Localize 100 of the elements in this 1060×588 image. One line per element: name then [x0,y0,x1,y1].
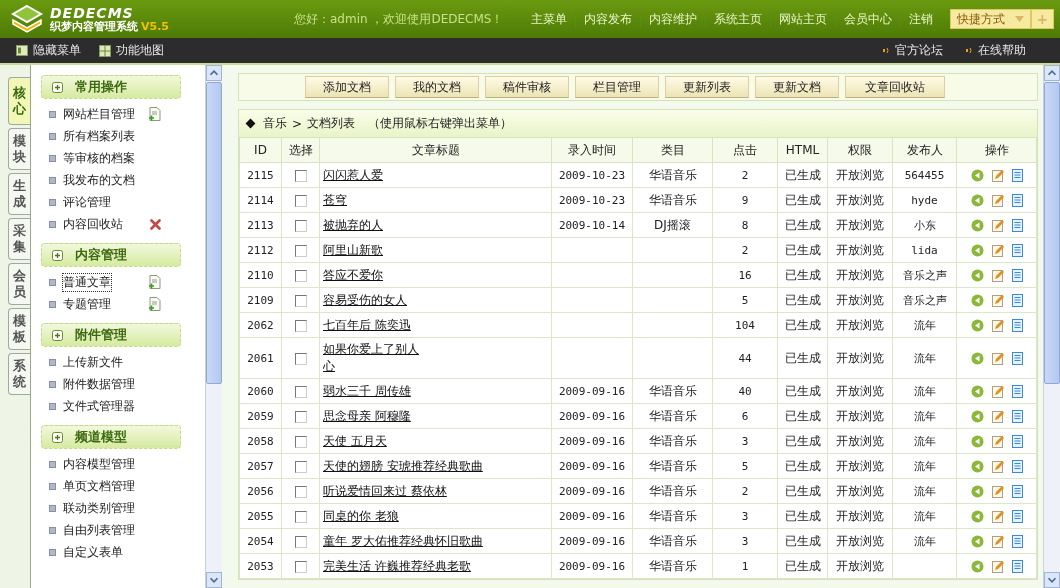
row-checkbox[interactable] [294,560,307,573]
row-checkbox[interactable] [294,294,307,307]
title-link[interactable]: 如果你爱上了别人 [323,342,419,356]
preview-icon[interactable] [970,294,984,307]
preview-icon[interactable] [970,460,984,473]
edit-icon[interactable] [991,560,1004,573]
menu-item[interactable]: 我发布的文档 [63,171,135,189]
toolbar-link[interactable]: 功能地图 [99,42,164,59]
shortcut-dropdown[interactable]: 快捷方式 [949,9,1031,29]
document-icon[interactable] [1011,194,1023,207]
menu-item[interactable]: 文件式管理器 [63,397,135,415]
document-icon[interactable] [1011,269,1023,282]
add-document-icon[interactable] [149,107,161,121]
breadcrumb-link[interactable]: 音乐 [263,115,287,132]
action-button[interactable]: 稿件审核 [485,76,569,98]
preview-icon[interactable] [970,535,984,548]
document-icon[interactable] [1011,352,1023,365]
menu-item[interactable]: 上传新文件 [63,353,123,371]
menu-item[interactable]: 自定义表单 [63,543,123,561]
edit-icon[interactable] [991,219,1004,232]
document-icon[interactable] [1011,169,1023,182]
menu-group-header[interactable]: 频道模型 [41,425,181,449]
edit-icon[interactable] [991,169,1004,182]
document-icon[interactable] [1011,294,1023,307]
nav-link[interactable]: 内容维护 [640,10,706,28]
preview-icon[interactable] [970,244,984,257]
nav-link[interactable]: 内容发布 [575,10,641,28]
edit-icon[interactable] [991,460,1004,473]
document-icon[interactable] [1011,485,1023,498]
scroll-up-icon[interactable] [1044,65,1060,81]
scroll-down-icon[interactable] [1044,572,1060,588]
row-checkbox[interactable] [294,169,307,182]
action-button[interactable]: 添加文档 [305,76,389,98]
scrollbar[interactable] [1043,65,1060,588]
scroll-down-icon[interactable] [206,572,222,588]
edit-icon[interactable] [991,294,1004,307]
row-checkbox[interactable] [294,219,307,232]
row-checkbox[interactable] [294,410,307,423]
menu-item[interactable]: 专题管理 [63,295,111,313]
edit-icon[interactable] [991,385,1004,398]
side-tab[interactable]: 会员 [8,263,30,305]
action-button[interactable]: 更新文档 [755,76,839,98]
edit-icon[interactable] [991,269,1004,282]
title-link[interactable]: 苍穹 [323,192,347,207]
menu-item[interactable]: 自由列表管理 [63,521,135,539]
menu-item[interactable]: 单页文档管理 [63,477,135,495]
preview-icon[interactable] [970,435,984,448]
action-button[interactable]: 文章回收站 [845,76,945,98]
menu-item[interactable]: 附件数据管理 [63,375,135,393]
preview-icon[interactable] [970,560,984,573]
toolbar-link[interactable]: 官方论坛 [882,42,943,59]
document-icon[interactable] [1011,510,1023,523]
document-icon[interactable] [1011,460,1023,473]
preview-icon[interactable] [970,352,984,365]
menu-group-header[interactable]: 常用操作 [41,75,181,99]
add-document-icon[interactable] [149,297,161,311]
menu-item[interactable]: 评论管理 [63,193,111,211]
edit-icon[interactable] [991,435,1004,448]
side-tab[interactable]: 采集 [8,218,30,260]
side-tab[interactable]: 模块 [8,128,30,170]
preview-icon[interactable] [970,169,984,182]
preview-icon[interactable] [970,269,984,282]
title-link[interactable]: 答应不爱你 [323,267,383,282]
edit-icon[interactable] [991,410,1004,423]
menu-item[interactable]: 联动类别管理 [63,499,135,517]
title-link[interactable]: 天使 五月天 [323,433,387,448]
menu-item[interactable]: 等审核的档案 [63,149,135,167]
nav-link[interactable]: 会员中心 [835,10,901,28]
preview-icon[interactable] [970,410,984,423]
row-checkbox[interactable] [294,435,307,448]
preview-icon[interactable] [970,194,984,207]
scroll-up-icon[interactable] [206,65,222,81]
row-checkbox[interactable] [294,269,307,282]
side-tab[interactable]: 核心 [8,77,30,125]
menu-group-header[interactable]: 内容管理 [41,243,181,267]
menu-item[interactable]: 内容回收站 [63,215,123,233]
menu-item[interactable]: 内容模型管理 [63,455,135,473]
scrollbar[interactable] [205,65,222,588]
preview-icon[interactable] [970,485,984,498]
document-icon[interactable] [1011,410,1023,423]
menu-group-header[interactable]: 附件管理 [41,323,181,347]
action-button[interactable]: 我的文档 [395,76,479,98]
row-checkbox[interactable] [294,485,307,498]
row-checkbox[interactable] [294,194,307,207]
row-checkbox[interactable] [294,460,307,473]
title-link[interactable]: 心 [323,359,335,373]
preview-icon[interactable] [970,510,984,523]
document-icon[interactable] [1011,319,1023,332]
nav-link[interactable]: 注销 [900,10,942,28]
side-tab[interactable]: 模板 [8,308,30,350]
action-button[interactable]: 栏目管理 [575,76,659,98]
edit-icon[interactable] [991,194,1004,207]
row-checkbox[interactable] [294,535,307,548]
document-icon[interactable] [1011,560,1023,573]
side-tab[interactable]: 生成 [8,173,30,215]
document-icon[interactable] [1011,385,1023,398]
nav-link[interactable]: 主菜单 [523,10,576,28]
delete-icon[interactable] [150,218,161,230]
preview-icon[interactable] [970,219,984,232]
add-document-icon[interactable] [149,275,161,289]
